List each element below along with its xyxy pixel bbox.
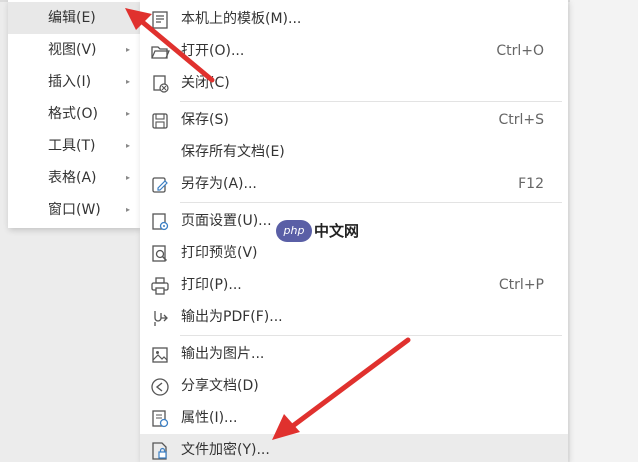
watermark-logo: php	[276, 220, 312, 242]
menu-item-local-templates[interactable]: 本机上的模板(M)...	[140, 3, 568, 35]
main-menu: 编辑(E) 视图(V) ▸ 插入(I) ▸ 格式(O) ▸ 工具(T) ▸ 表格…	[8, 0, 140, 228]
menu-item-print[interactable]: 打印(P)... Ctrl+P	[140, 269, 568, 301]
menu-separator	[180, 101, 562, 102]
menu-item-close[interactable]: 关闭(C)	[140, 67, 568, 99]
menu-item-label: 打印预览(V)	[181, 245, 258, 261]
printer-icon	[150, 276, 170, 296]
menu-item-window[interactable]: 窗口(W) ▸	[8, 194, 140, 226]
menu-item-label: 工具(T)	[48, 138, 96, 154]
submenu-arrow-icon: ▸	[126, 45, 131, 54]
shortcut-label: Ctrl+S	[498, 112, 544, 128]
export-image-icon	[150, 345, 170, 365]
menu-item-label: 打开(O)...	[181, 43, 245, 59]
menu-item-format[interactable]: 格式(O) ▸	[8, 98, 140, 130]
template-icon	[150, 10, 170, 30]
menu-item-save-all[interactable]: 保存所有文档(E)	[140, 136, 568, 168]
menu-item-insert[interactable]: 插入(I) ▸	[8, 66, 140, 98]
menu-item-label: 分享文档(D)	[181, 378, 259, 394]
menu-item-save-as[interactable]: 另存为(A)... F12	[140, 168, 568, 200]
menu-item-share[interactable]: 分享文档(D)	[140, 370, 568, 402]
shortcut-label: F12	[518, 176, 544, 192]
menu-item-label: 关闭(C)	[181, 75, 230, 91]
properties-icon	[150, 409, 170, 429]
menu-item-label: 输出为PDF(F)...	[181, 309, 283, 325]
menu-separator	[180, 335, 562, 336]
export-pdf-icon	[150, 308, 170, 328]
file-encrypt-icon	[150, 441, 170, 461]
menu-item-edit[interactable]: 编辑(E)	[8, 2, 140, 34]
menu-item-table[interactable]: 表格(A) ▸	[8, 162, 140, 194]
menu-separator	[180, 202, 562, 203]
menu-item-label: 另存为(A)...	[181, 176, 257, 192]
shortcut-label: Ctrl+O	[496, 43, 544, 59]
document-background	[570, 0, 638, 462]
print-preview-icon	[150, 244, 170, 264]
menu-item-label: 本机上的模板(M)...	[181, 11, 302, 27]
save-as-icon	[150, 175, 170, 195]
close-doc-icon	[150, 74, 170, 94]
menu-item-tools[interactable]: 工具(T) ▸	[8, 130, 140, 162]
menu-item-label: 插入(I)	[48, 74, 92, 90]
menu-item-label: 编辑(E)	[48, 10, 96, 26]
menu-item-save[interactable]: 保存(S) Ctrl+S	[140, 104, 568, 136]
submenu-arrow-icon: ▸	[126, 173, 131, 182]
menu-item-label: 保存(S)	[181, 112, 229, 128]
share-icon	[150, 377, 170, 397]
menu-item-label: 页面设置(U)...	[181, 213, 272, 229]
menu-item-label: 打印(P)...	[181, 277, 242, 293]
menu-item-properties[interactable]: 属性(I)...	[140, 402, 568, 434]
screenshot-stage: 编辑(E) 视图(V) ▸ 插入(I) ▸ 格式(O) ▸ 工具(T) ▸ 表格…	[0, 0, 638, 462]
menu-item-file-encrypt[interactable]: 文件加密(Y)...	[140, 434, 568, 462]
menu-item-label: 视图(V)	[48, 42, 97, 58]
menu-item-label: 表格(A)	[48, 170, 97, 186]
menu-item-label: 格式(O)	[48, 106, 98, 122]
menu-item-label: 输出为图片...	[181, 346, 265, 362]
menu-item-label: 保存所有文档(E)	[181, 144, 285, 160]
submenu-arrow-icon: ▸	[126, 109, 131, 118]
shortcut-label: Ctrl+P	[498, 277, 544, 293]
submenu-arrow-icon: ▸	[126, 77, 131, 86]
menu-item-export-image[interactable]: 输出为图片...	[140, 338, 568, 370]
site-watermark: php 中文网	[276, 220, 366, 242]
menu-item-open[interactable]: 打开(O)... Ctrl+O	[140, 35, 568, 67]
menu-item-label: 文件加密(Y)...	[181, 442, 270, 458]
menu-item-label: 窗口(W)	[48, 202, 101, 218]
menu-item-view[interactable]: 视图(V) ▸	[8, 34, 140, 66]
page-setup-icon	[150, 212, 170, 232]
save-icon	[150, 111, 170, 131]
submenu-arrow-icon: ▸	[126, 141, 131, 150]
submenu-arrow-icon: ▸	[126, 205, 131, 214]
folder-open-icon	[150, 42, 170, 62]
menu-item-label: 属性(I)...	[181, 410, 238, 426]
menu-item-export-pdf[interactable]: 输出为PDF(F)...	[140, 301, 568, 333]
watermark-text: 中文网	[314, 222, 360, 240]
